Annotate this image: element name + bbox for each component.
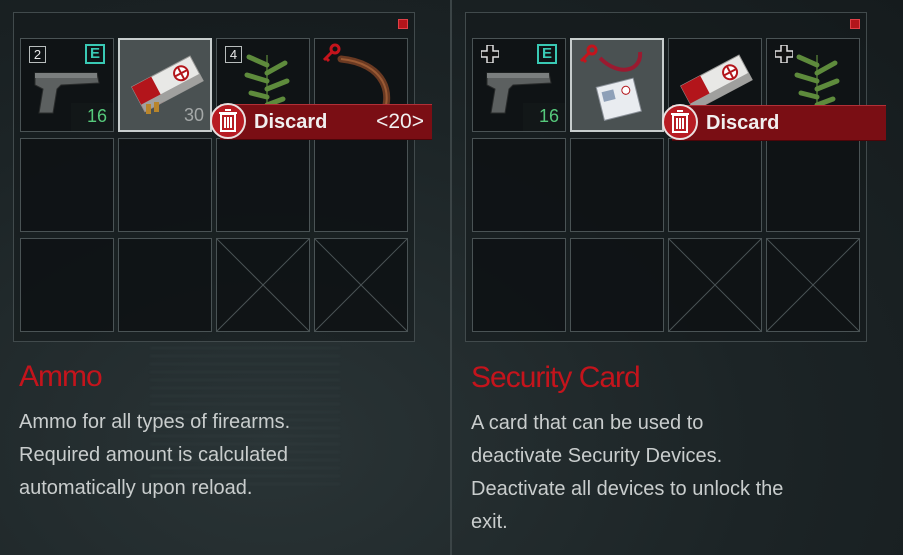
slot-locked [314, 238, 408, 332]
description-line: Deactivate all devices to unlock the [471, 478, 784, 500]
slot-empty[interactable] [314, 138, 408, 232]
slot-empty[interactable] [118, 138, 212, 232]
right-inventory-grid: E 16 [465, 12, 867, 342]
grid-header [466, 13, 866, 37]
slot-empty[interactable] [570, 138, 664, 232]
equip-badge: E [85, 44, 105, 64]
item-title: Security Card [471, 361, 641, 394]
count-badge: 2 [29, 46, 46, 63]
panel-divider [450, 0, 452, 555]
description-line: deactivate Security Devices. [471, 445, 723, 467]
slot-empty[interactable] [472, 138, 566, 232]
grid-header [14, 13, 414, 37]
status-indicator [398, 19, 408, 29]
slot-empty[interactable] [20, 138, 114, 232]
locked-cross-icon [217, 239, 309, 331]
discard-label: Discard [706, 112, 780, 134]
trash-can-icon [662, 104, 698, 140]
discard-label: Discard [254, 111, 328, 133]
slot-locked [216, 238, 310, 332]
locked-cross-icon [315, 239, 407, 331]
locked-cross-icon [669, 239, 761, 331]
discard-button[interactable]: Discard [662, 104, 886, 141]
description-line: A card that can be used to [471, 412, 704, 434]
slot-empty[interactable] [766, 138, 860, 232]
slot-handgun[interactable]: E 16 [472, 38, 566, 132]
discard-amount-selector[interactable]: <20> [376, 110, 424, 134]
slot-security-card[interactable] [570, 38, 664, 132]
quantity-label: 16 [538, 106, 559, 126]
slot-empty[interactable] [668, 138, 762, 232]
security-card-icon [595, 51, 643, 121]
slot-empty[interactable] [118, 238, 212, 332]
slot-handgun[interactable]: 2 E 16 [20, 38, 114, 132]
description-line: Ammo for all types of firearms. [19, 411, 291, 433]
description-line: automatically upon reload. [19, 477, 253, 499]
slot-ammo[interactable]: 30 [118, 38, 212, 132]
item-title: Ammo [19, 360, 103, 393]
discard-button[interactable]: Discard <20> [210, 103, 432, 140]
slot-locked [766, 238, 860, 332]
description-line: Required amount is calculated [19, 444, 289, 466]
slot-empty[interactable] [216, 138, 310, 232]
equip-badge: E [537, 44, 557, 64]
description-line: exit. [471, 511, 508, 533]
slot-empty[interactable] [570, 238, 664, 332]
plus-cross-icon [481, 45, 499, 63]
slot-locked [668, 238, 762, 332]
left-inventory-grid: 2 E 16 30 4 [13, 12, 415, 342]
slot-empty[interactable] [20, 238, 114, 332]
slot-empty[interactable] [472, 238, 566, 332]
item-description: Ammo for all types of firearms. Required… [19, 406, 290, 505]
quantity-label: 30 [183, 105, 204, 125]
item-description: A card that can be used to deactivate Se… [471, 407, 783, 539]
locked-cross-icon [767, 239, 859, 331]
trash-can-icon [210, 103, 246, 139]
quantity-label: 16 [86, 106, 107, 126]
status-indicator [850, 19, 860, 29]
